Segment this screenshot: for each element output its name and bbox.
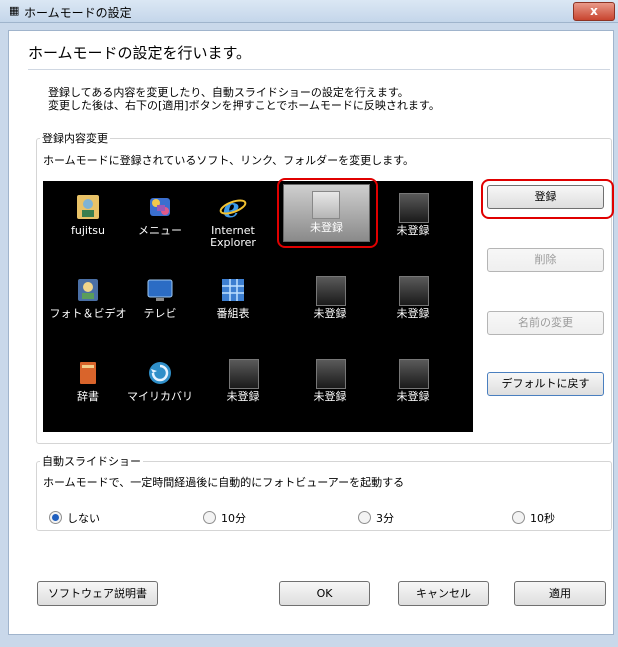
- radio-label: 10分: [221, 512, 246, 525]
- empty-slot-icon: [316, 276, 346, 306]
- ie-icon: e: [219, 193, 247, 224]
- radio-option-off[interactable]: しない: [49, 510, 100, 526]
- empty-slot-icon: [316, 359, 346, 389]
- recovery-icon: [146, 359, 174, 387]
- tile-label: fujitsu: [71, 224, 105, 237]
- program-guide-icon: [219, 276, 247, 304]
- svg-text:e: e: [223, 194, 240, 221]
- tile-label: テレビ: [143, 307, 177, 320]
- radio-selected-indicator[interactable]: [49, 511, 62, 524]
- tile-tv[interactable]: テレビ: [120, 268, 200, 346]
- person-folder-icon: [74, 193, 102, 221]
- tile-fujitsu[interactable]: fujitsu: [48, 185, 128, 263]
- tile-label: 未登録: [396, 224, 430, 237]
- divider: [28, 69, 610, 70]
- empty-slot-icon: [399, 276, 429, 306]
- tile-label: 辞書: [77, 390, 99, 403]
- tile-program-guide[interactable]: 番組表: [193, 268, 273, 346]
- radio-indicator[interactable]: [512, 511, 525, 524]
- tv-icon: [146, 276, 174, 304]
- tile-unregistered[interactable]: 未登録: [290, 268, 370, 346]
- intro-line-2: 変更した後は、右下の[適用]ボタンを押すことでホームモードに反映されます。: [48, 99, 440, 112]
- tile-photo-video[interactable]: フォト＆ビデオ: [48, 268, 128, 346]
- tile-menu[interactable]: メニュー: [120, 185, 200, 263]
- tile-label: 番組表: [216, 307, 250, 320]
- tile-unregistered[interactable]: 未登録: [373, 268, 453, 346]
- window-grid-icon: ▦: [9, 4, 20, 17]
- tile-unregistered[interactable]: 未登録: [290, 351, 370, 429]
- close-button[interactable]: x: [573, 2, 615, 21]
- slideshow-group-label: 自動スライドショー: [40, 453, 143, 469]
- software-manual-button[interactable]: ソフトウェア説明書: [37, 581, 158, 606]
- tile-label: 未登録: [313, 307, 347, 320]
- tile-unregistered[interactable]: 未登録: [373, 185, 453, 263]
- radio-indicator[interactable]: [358, 511, 371, 524]
- empty-slot-icon: [399, 193, 429, 223]
- tile-label: フォト＆ビデオ: [49, 307, 127, 320]
- tile-label: 未登録: [226, 390, 260, 403]
- empty-slot-icon: [229, 359, 259, 389]
- radio-option-10min[interactable]: 10分: [203, 510, 246, 526]
- restore-default-button[interactable]: デフォルトに戻す: [487, 372, 604, 396]
- title-bar[interactable]: ▦ ホームモードの設定 x: [0, 0, 618, 23]
- intro-text: 登録してある内容を変更したり、自動スライドショーの設定を行えます。 変更した後は…: [48, 86, 440, 112]
- tile-unregistered-selected[interactable]: 未登録: [283, 184, 370, 242]
- dictionary-icon: [74, 359, 102, 387]
- tile-label: メニュー: [138, 224, 182, 237]
- photo-video-icon: [74, 276, 102, 304]
- tile-label: 未登録: [396, 390, 430, 403]
- slideshow-description: ホームモードで、一定時間経過後に自動的にフォトビューアーを起動する: [43, 476, 405, 489]
- tile-unregistered[interactable]: 未登録: [203, 351, 283, 429]
- radio-indicator[interactable]: [203, 511, 216, 524]
- ok-button[interactable]: OK: [279, 581, 370, 606]
- empty-slot-icon: [312, 191, 340, 219]
- rename-button[interactable]: 名前の変更: [487, 311, 604, 335]
- tile-label: Internet Explorer: [210, 224, 256, 249]
- tile-label: 未登録: [313, 390, 347, 403]
- registration-description: ホームモードに登録されているソフト、リンク、フォルダーを変更します。: [43, 154, 415, 167]
- page-title: ホームモードの設定を行います。: [28, 44, 252, 62]
- tile-label: マイリカバリ: [127, 390, 193, 403]
- radio-label: 3分: [376, 512, 394, 525]
- radio-label: 10秒: [530, 512, 555, 525]
- tile-my-recovery[interactable]: マイリカバリ: [120, 351, 200, 429]
- radio-option-3min[interactable]: 3分: [358, 510, 394, 526]
- register-button[interactable]: 登録: [487, 185, 604, 209]
- intro-line-1: 登録してある内容を変更したり、自動スライドショーの設定を行えます。: [48, 86, 409, 99]
- menu-icon: [146, 193, 174, 221]
- tile-internet-explorer[interactable]: e Internet Explorer: [193, 185, 273, 263]
- radio-option-10sec[interactable]: 10秒: [512, 510, 555, 526]
- window-title: ホームモードの設定: [24, 6, 132, 20]
- empty-slot-icon: [399, 359, 429, 389]
- tile-unregistered[interactable]: 未登録: [373, 351, 453, 429]
- registration-group-label: 登録内容変更: [40, 130, 110, 146]
- tile-label: 未登録: [396, 307, 430, 320]
- apply-button[interactable]: 適用: [514, 581, 606, 606]
- tile-dictionary[interactable]: 辞書: [48, 351, 128, 429]
- tile-label: 未登録: [310, 221, 343, 234]
- delete-button[interactable]: 削除: [487, 248, 604, 272]
- radio-label: しない: [67, 512, 100, 525]
- cancel-button[interactable]: キャンセル: [398, 581, 489, 606]
